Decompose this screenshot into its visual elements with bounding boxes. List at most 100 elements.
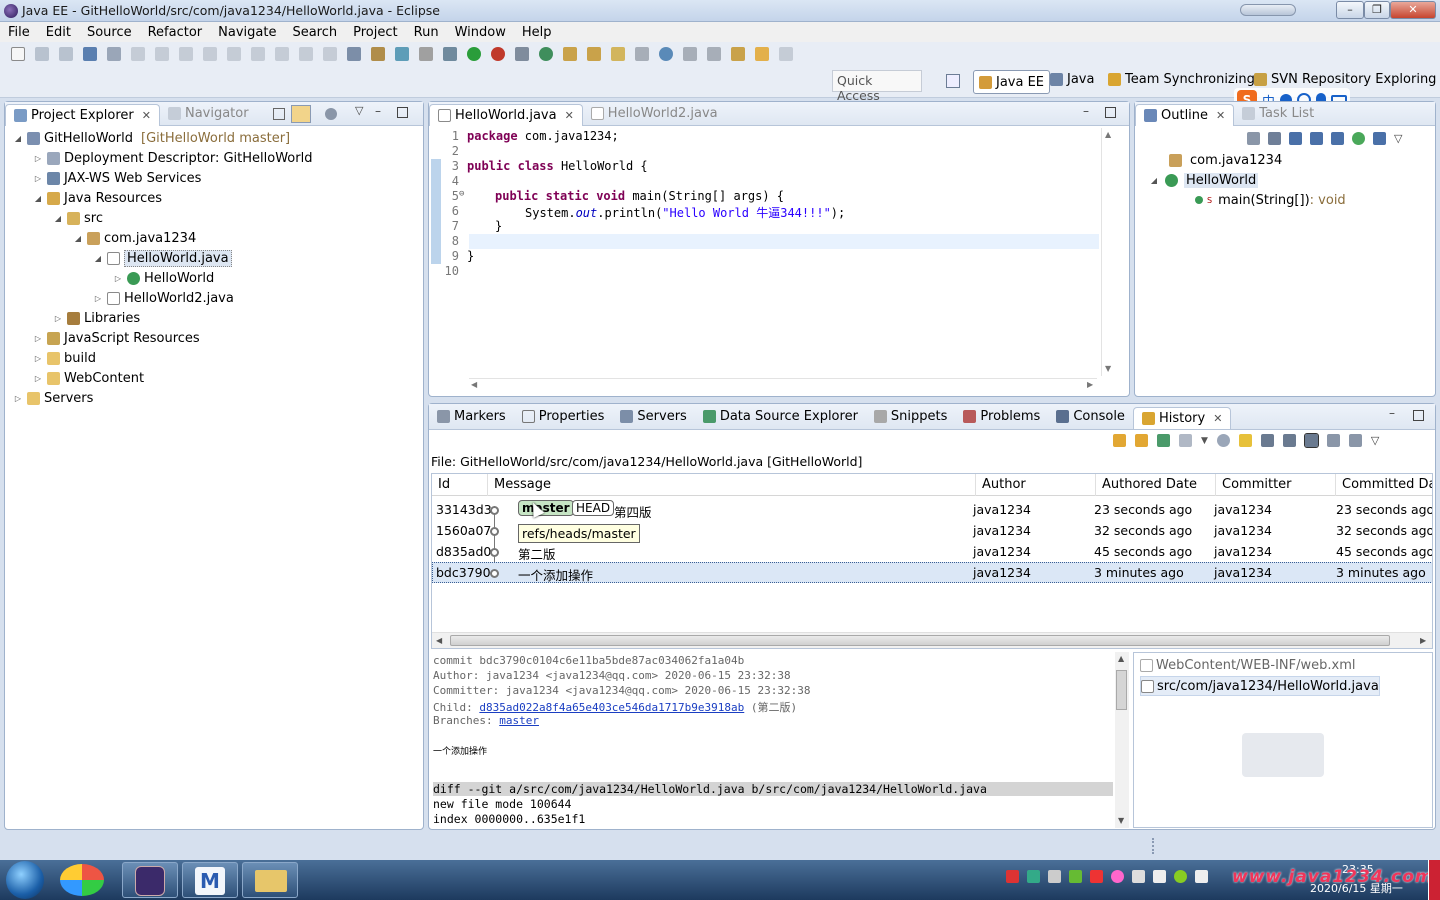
menu-navigate[interactable]: Navigate bbox=[218, 25, 276, 40]
refresh-icon[interactable] bbox=[1113, 434, 1126, 447]
perspective-team-sync[interactable]: Team Synchronizing bbox=[1108, 72, 1255, 87]
editor-vscrollbar[interactable]: ▲ ▼ bbox=[1101, 128, 1117, 376]
pin-icon[interactable] bbox=[1157, 434, 1170, 447]
terminate-icon[interactable] bbox=[179, 47, 193, 61]
menu-refactor[interactable]: Refactor bbox=[148, 25, 203, 40]
open-type-icon[interactable] bbox=[563, 47, 577, 61]
sogou-tray-icon[interactable] bbox=[1090, 870, 1103, 883]
expanded-arrow-icon[interactable]: ◢ bbox=[53, 214, 63, 223]
fold-icon[interactable]: ⊖ bbox=[459, 189, 464, 199]
tree-item-webcontent[interactable]: ▷ WebContent bbox=[5, 368, 144, 388]
annotation-icon[interactable] bbox=[683, 47, 697, 61]
drop-frame-icon[interactable] bbox=[299, 47, 313, 61]
tab-project-explorer[interactable]: Project Explorer ✕ bbox=[5, 103, 160, 126]
tree-item-js-resources[interactable]: ▷ JavaScript Resources bbox=[5, 328, 200, 348]
collapse-all-icon[interactable] bbox=[1247, 132, 1260, 145]
scroll-right-icon[interactable]: ▶ bbox=[1420, 636, 1426, 645]
tab-helloworld2-java[interactable]: HelloWorld2.java bbox=[583, 103, 726, 125]
link-selection-icon[interactable] bbox=[1135, 434, 1148, 447]
commit-details[interactable]: commit bdc3790c0104c6e11ba5bde87ac034062… bbox=[431, 652, 1131, 828]
maximize-view-icon[interactable] bbox=[1105, 107, 1116, 118]
show-all-branches-icon[interactable] bbox=[1238, 434, 1252, 447]
expanded-arrow-icon[interactable]: ◢ bbox=[13, 134, 23, 143]
nvidia-icon[interactable] bbox=[1069, 870, 1082, 883]
collapsed-arrow-icon[interactable]: ▷ bbox=[33, 334, 43, 343]
tray-icon[interactable] bbox=[1006, 870, 1019, 883]
view-menu-icon[interactable]: ▽ bbox=[1394, 132, 1402, 145]
tab-navigator[interactable]: Navigator bbox=[160, 103, 257, 125]
print-icon[interactable] bbox=[83, 47, 97, 61]
taskbar-eclipse-button[interactable] bbox=[122, 862, 178, 898]
last-edit-icon[interactable] bbox=[731, 47, 745, 61]
tab-data-source-explorer[interactable]: Data Source Explorer bbox=[695, 406, 866, 428]
tree-item-package[interactable]: ◢ com.java1234 bbox=[5, 228, 196, 248]
column-author[interactable]: Author bbox=[976, 474, 1096, 496]
layout-icon[interactable] bbox=[1326, 434, 1340, 447]
minimize-button[interactable]: – bbox=[1336, 1, 1364, 19]
minimize-view-icon[interactable]: – bbox=[1083, 104, 1089, 118]
scroll-down-icon[interactable]: ▼ bbox=[1118, 816, 1124, 825]
new-icon[interactable] bbox=[11, 47, 25, 61]
collapsed-arrow-icon[interactable]: ▷ bbox=[33, 174, 43, 183]
maximize-view-icon[interactable] bbox=[1413, 410, 1424, 421]
quick-access-input[interactable]: Quick Access bbox=[832, 70, 922, 103]
tree-item-githelloworld[interactable]: ◢ GitHelloWorld [GitHelloWorld master] bbox=[5, 128, 290, 148]
tab-task-list[interactable]: Task List bbox=[1234, 103, 1322, 125]
globe-icon[interactable] bbox=[659, 47, 673, 61]
edit-icon[interactable] bbox=[635, 47, 649, 61]
menu-window[interactable]: Window bbox=[455, 25, 506, 40]
scroll-up-icon[interactable]: ▲ bbox=[1105, 130, 1111, 139]
tab-console[interactable]: Console bbox=[1048, 406, 1133, 428]
collapsed-arrow-icon[interactable]: ▷ bbox=[113, 274, 123, 283]
new-java-project-icon[interactable] bbox=[515, 47, 529, 61]
close-button[interactable]: ✕ bbox=[1390, 1, 1436, 19]
tree-item-helloworld-class[interactable]: ▷ HelloWorld bbox=[5, 268, 214, 288]
skip-breakpoints-icon[interactable] bbox=[107, 47, 121, 61]
step-into-icon[interactable] bbox=[227, 47, 241, 61]
next-annotation-icon[interactable] bbox=[707, 47, 721, 61]
resume-icon[interactable] bbox=[131, 47, 145, 61]
editor-hscrollbar[interactable]: ◀ ▶ bbox=[469, 378, 1097, 392]
tab-history[interactable]: History ✕ bbox=[1132, 406, 1232, 429]
table-row-selected[interactable]: bdc3790 一个添加操作 java1234 3 minutes ago ja… bbox=[432, 562, 1432, 583]
show-desktop-button[interactable] bbox=[1428, 860, 1440, 900]
perspective-java-ee[interactable]: Java EE bbox=[973, 70, 1051, 94]
column-committed-date[interactable]: Committed Date bbox=[1336, 474, 1432, 496]
collapse-icon[interactable] bbox=[1348, 434, 1362, 447]
tree-item-jaxws[interactable]: ▷ JAX-WS Web Services bbox=[5, 168, 202, 188]
filter-folder-icon[interactable] bbox=[1282, 434, 1296, 447]
publish-icon[interactable] bbox=[371, 47, 385, 61]
network-icon[interactable] bbox=[1132, 870, 1145, 883]
bell-icon[interactable] bbox=[1153, 870, 1166, 883]
close-tab-icon[interactable]: ✕ bbox=[142, 109, 151, 122]
open-perspective-icon[interactable] bbox=[946, 74, 960, 88]
scroll-right-icon[interactable]: ▶ bbox=[1087, 380, 1093, 389]
tray-icon[interactable] bbox=[1048, 870, 1061, 883]
maximize-view-icon[interactable] bbox=[397, 107, 408, 118]
link-editor-icon[interactable] bbox=[291, 105, 311, 123]
wrench-icon[interactable] bbox=[419, 47, 433, 61]
perspective-svn[interactable]: SVN Repository Exploring bbox=[1254, 72, 1436, 87]
table-row[interactable]: d835ad0 第二版 java1234 45 seconds ago java… bbox=[432, 541, 1432, 562]
view-menu-icon[interactable]: ▽ bbox=[355, 104, 363, 117]
expanded-arrow-icon[interactable]: ◢ bbox=[33, 194, 43, 203]
tree-item-build[interactable]: ▷ build bbox=[5, 348, 96, 368]
column-id[interactable]: Id bbox=[432, 474, 488, 496]
run-icon[interactable] bbox=[467, 47, 481, 61]
step-return-icon[interactable] bbox=[275, 47, 289, 61]
sort-icon[interactable] bbox=[1268, 132, 1281, 145]
expanded-arrow-icon[interactable]: ◢ bbox=[93, 254, 103, 263]
table-row[interactable]: 33143d3 master HEAD 第四版 java1234 23 seco… bbox=[432, 499, 1432, 520]
menu-help[interactable]: Help bbox=[522, 25, 552, 40]
hide-fields-icon[interactable] bbox=[1289, 132, 1302, 145]
details-vscrollbar[interactable]: ▲ ▼ bbox=[1115, 652, 1129, 828]
close-tab-icon[interactable]: ✕ bbox=[565, 109, 574, 122]
filter-resource-icon[interactable] bbox=[1260, 434, 1274, 447]
suspend-icon[interactable] bbox=[155, 47, 169, 61]
tab-problems[interactable]: Problems bbox=[955, 406, 1048, 428]
flower-icon[interactable] bbox=[1111, 870, 1124, 883]
view-menu-icon[interactable]: ▽ bbox=[1371, 434, 1379, 447]
tab-helloworld-java[interactable]: HelloWorld.java ✕ bbox=[429, 103, 583, 126]
tab-servers[interactable]: Servers bbox=[612, 406, 694, 428]
branch-link[interactable]: master bbox=[499, 714, 539, 727]
